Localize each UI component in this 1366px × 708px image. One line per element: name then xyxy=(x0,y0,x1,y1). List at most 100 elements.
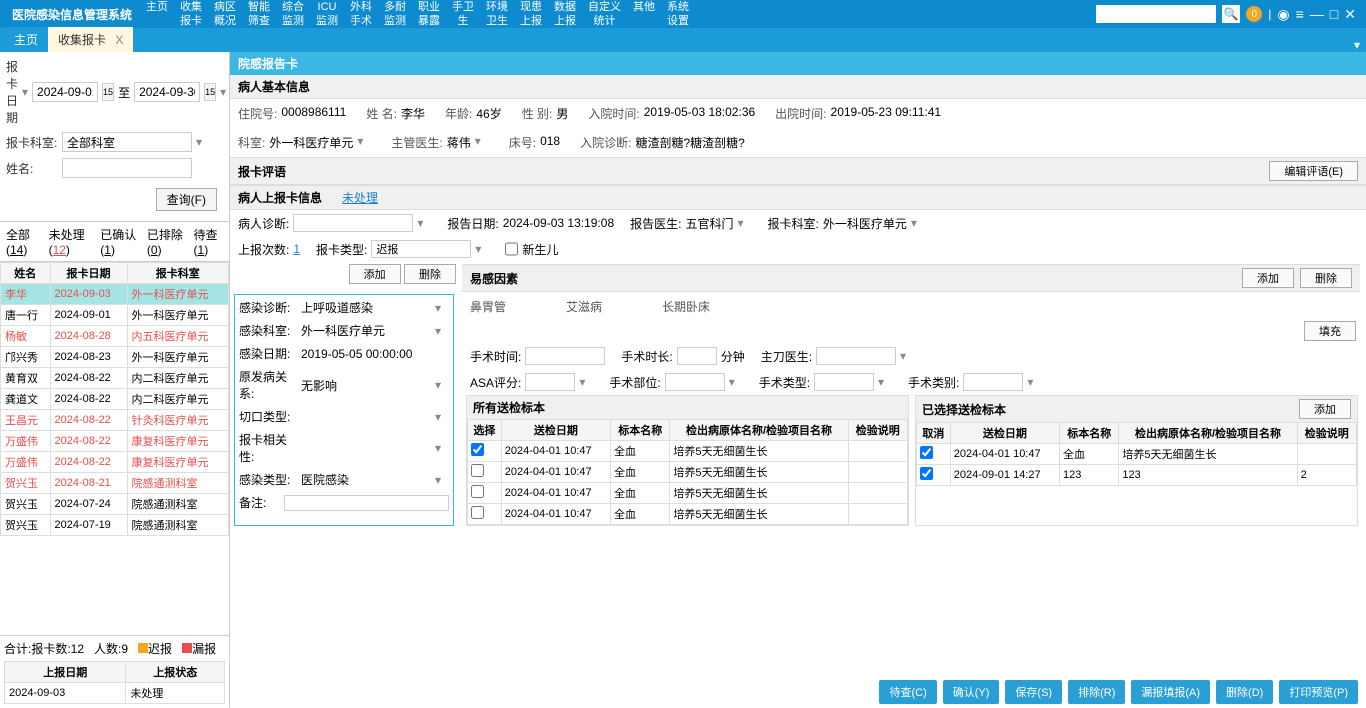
table-row[interactable]: 万盛伟2024-08-22康复科医疗单元 xyxy=(1,452,229,473)
table-row[interactable]: 杨敏2024-08-28内五科医疗单元 xyxy=(1,326,229,347)
minimize-icon[interactable]: — xyxy=(1310,6,1324,22)
search-icon[interactable]: 🔍 xyxy=(1222,5,1240,23)
asa-input[interactable] xyxy=(525,373,575,391)
status-tab[interactable]: 未处理(12) xyxy=(49,226,93,257)
calendar-icon[interactable]: 15 xyxy=(204,83,216,101)
menu-item[interactable]: 智能筛查 xyxy=(242,0,276,28)
chevron-down-icon[interactable]: ▾ xyxy=(911,216,925,230)
chevron-down-icon[interactable]: ▾ xyxy=(579,375,593,389)
upload-status[interactable]: 未处理 xyxy=(342,189,378,206)
table-row[interactable]: 黄育双2024-08-22内二科医疗单元 xyxy=(1,368,229,389)
date-range-dropdown[interactable]: ▾ xyxy=(220,85,226,99)
query-button[interactable]: 查询(F) xyxy=(156,188,217,211)
add-spec-button[interactable]: 添加 xyxy=(1299,399,1351,419)
table-row[interactable]: 2024-04-01 10:47全血培养5天无细菌生长 xyxy=(468,462,908,483)
chevron-down-icon[interactable]: ▾ xyxy=(417,216,431,230)
edit-eval-button[interactable]: 编辑评语(E) xyxy=(1269,161,1358,181)
diag-input[interactable] xyxy=(293,214,413,232)
table-row[interactable]: 2024-04-01 10:47全血培养5天无细菌生长 xyxy=(468,441,908,462)
menu-item[interactable]: 病区概况 xyxy=(208,0,242,28)
table-row[interactable]: 2024-04-01 10:47全血培养5天无细菌生长 xyxy=(917,444,1357,465)
action-button[interactable]: 待查(C) xyxy=(879,680,936,704)
surgeon-input[interactable] xyxy=(816,347,896,365)
chevron-down-icon[interactable]: ▾ xyxy=(435,441,449,455)
table-row[interactable]: 唐一行2024-09-01外一科医疗单元 xyxy=(1,305,229,326)
doctor-drop-icon[interactable]: ▾ xyxy=(475,134,489,151)
chevron-down-icon[interactable]: ▾ xyxy=(435,378,449,392)
status-tab[interactable]: 待查(1) xyxy=(194,226,223,257)
stype-input[interactable] xyxy=(814,373,874,391)
close-icon[interactable]: ✕ xyxy=(1344,6,1356,23)
table-row[interactable]: 2024-09-01 14:271231232 xyxy=(917,465,1357,486)
upload-times[interactable]: 1 xyxy=(293,242,300,256)
date-type-dropdown[interactable]: ▾ xyxy=(22,85,28,99)
del-risk-button[interactable]: 删除 xyxy=(1300,268,1352,288)
menu-item[interactable]: 外科手术 xyxy=(344,0,378,28)
table-row[interactable]: 贺兴玉2024-07-19院感通测科室 xyxy=(1,515,229,536)
chevron-down-icon[interactable]: ▾ xyxy=(737,216,751,230)
action-button[interactable]: 确认(Y) xyxy=(943,680,1000,704)
row-checkbox[interactable] xyxy=(471,485,484,498)
menu-item[interactable]: 职业暴露 xyxy=(412,0,446,28)
add-infection-button[interactable]: 添加 xyxy=(349,264,401,284)
action-button[interactable]: 漏报填报(A) xyxy=(1131,680,1210,704)
table-row[interactable]: 邝兴秀2024-08-23外一科医疗单元 xyxy=(1,347,229,368)
table-row[interactable]: 2024-04-01 10:47全血培养5天无细菌生长 xyxy=(468,504,908,525)
dept-drop-icon[interactable]: ▾ xyxy=(357,134,371,151)
chevron-down-icon[interactable]: ▾ xyxy=(435,301,449,315)
action-button[interactable]: 打印预览(P) xyxy=(1279,680,1358,704)
dept-select[interactable] xyxy=(62,132,192,152)
chevron-down-icon[interactable]: ▾ xyxy=(475,242,489,256)
dept-dropdown-icon[interactable]: ▾ xyxy=(196,135,210,149)
table-row[interactable]: 李华2024-09-03外一科医疗单元 xyxy=(1,284,229,305)
action-button[interactable]: 保存(S) xyxy=(1005,680,1062,704)
table-row[interactable]: 贺兴玉2024-08-21院感通测科室 xyxy=(1,473,229,494)
menu-item[interactable]: 收集报卡 xyxy=(174,0,208,28)
tab-close-icon[interactable]: X xyxy=(115,33,123,47)
infect-note-input[interactable] xyxy=(284,495,449,511)
table-row[interactable]: 万盛伟2024-08-22康复科医疗单元 xyxy=(1,431,229,452)
add-risk-button[interactable]: 添加 xyxy=(1242,268,1294,288)
tabbar-dropdown-icon[interactable]: ▾ xyxy=(1348,38,1366,52)
table-row[interactable]: 王昌元2024-08-22针灸科医疗单元 xyxy=(1,410,229,431)
calendar-icon[interactable]: 15 xyxy=(102,83,114,101)
chevron-down-icon[interactable]: ▾ xyxy=(435,473,449,487)
date-from-input[interactable] xyxy=(32,82,98,102)
menu-item[interactable]: ICU监测 xyxy=(310,0,344,28)
surgery-time-input[interactable] xyxy=(525,347,605,365)
status-tab[interactable]: 已确认(1) xyxy=(100,226,139,257)
row-checkbox[interactable] xyxy=(471,506,484,519)
search-input[interactable] xyxy=(1096,5,1216,23)
action-button[interactable]: 删除(D) xyxy=(1216,680,1273,704)
action-button[interactable]: 排除(R) xyxy=(1068,680,1125,704)
menu-item[interactable]: 其他 xyxy=(627,0,661,28)
row-checkbox[interactable] xyxy=(471,443,484,456)
chevron-down-icon[interactable]: ▾ xyxy=(435,324,449,338)
table-row[interactable]: 2024-04-01 10:47全血培养5天无细菌生长 xyxy=(468,483,908,504)
newborn-checkbox[interactable] xyxy=(505,240,518,258)
menu-item[interactable]: 自定义统计 xyxy=(582,0,627,28)
surgery-dur-input[interactable] xyxy=(677,347,717,365)
menu-item[interactable]: 现患上报 xyxy=(514,0,548,28)
status-tab[interactable]: 已排除(0) xyxy=(147,226,186,257)
part-input[interactable] xyxy=(665,373,725,391)
menu-item[interactable]: 主页 xyxy=(140,0,174,28)
date-to-input[interactable] xyxy=(134,82,200,102)
table-row[interactable]: 龚道文2024-08-22内二科医疗单元 xyxy=(1,389,229,410)
maximize-icon[interactable]: □ xyxy=(1330,6,1338,22)
menu-item[interactable]: 数据上报 xyxy=(548,0,582,28)
table-row[interactable]: 2024-09-03 未处理 xyxy=(5,683,225,704)
chevron-down-icon[interactable]: ▾ xyxy=(1027,375,1041,389)
sclass-input[interactable] xyxy=(963,373,1023,391)
chevron-down-icon[interactable]: ▾ xyxy=(878,375,892,389)
row-checkbox[interactable] xyxy=(920,446,933,459)
card-type-select[interactable] xyxy=(371,240,471,258)
menu-item[interactable]: 系统设置 xyxy=(661,0,695,28)
menu-item[interactable]: 多耐监测 xyxy=(378,0,412,28)
table-row[interactable]: 贺兴玉2024-07-24院感通测科室 xyxy=(1,494,229,515)
row-checkbox[interactable] xyxy=(471,464,484,477)
menu-item[interactable]: 综合监测 xyxy=(276,0,310,28)
menu-item[interactable]: 手卫生 xyxy=(446,0,480,28)
help-icon[interactable]: ◉ xyxy=(1277,6,1289,23)
chevron-down-icon[interactable]: ▾ xyxy=(435,410,449,424)
